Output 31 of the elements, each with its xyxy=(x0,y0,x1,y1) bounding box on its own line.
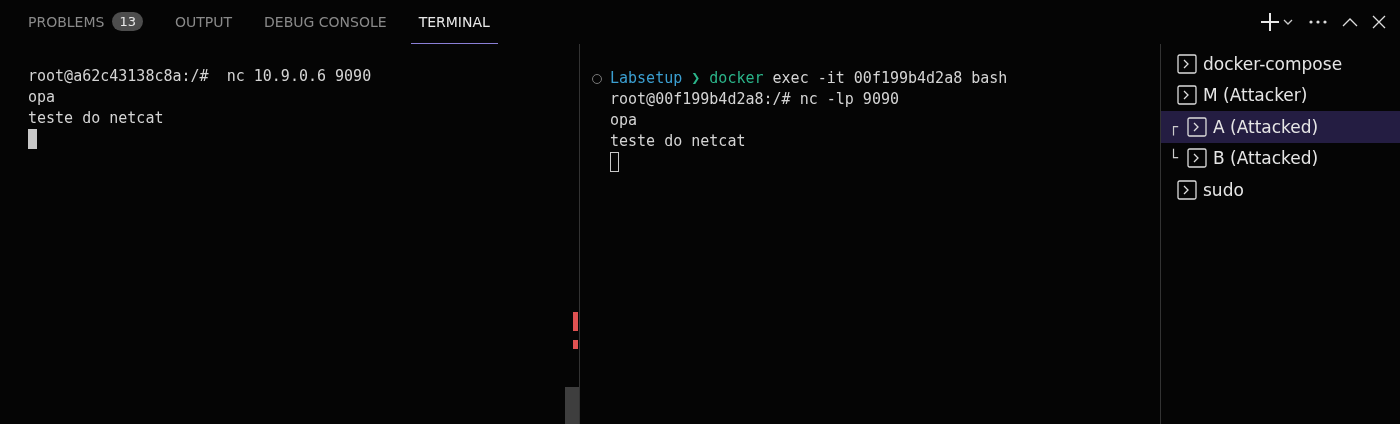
terminal-list-item[interactable]: docker-compose xyxy=(1161,48,1400,80)
tree-marker: └ xyxy=(1169,149,1180,168)
terminal-list-item[interactable]: sudo xyxy=(1161,174,1400,206)
terminal-line: root@a62c43138c8a:/# nc 10.9.0.6 9090 xyxy=(28,66,373,87)
terminal-line: root@00f199b4d2a8:/# nc -lp 9090 xyxy=(610,89,900,110)
error-marker xyxy=(573,312,578,331)
more-icon[interactable] xyxy=(1308,19,1328,25)
terminal-icon xyxy=(1187,116,1207,137)
terminal-list-item[interactable]: M (Attacker) xyxy=(1161,79,1400,111)
terminal-list-item[interactable]: ┌ A (Attacked) xyxy=(1161,111,1400,143)
terminal-list-item[interactable]: └ B (Attacked) xyxy=(1161,142,1400,174)
maximize-panel-icon[interactable] xyxy=(1342,17,1358,27)
new-terminal-button[interactable] xyxy=(1260,12,1294,32)
panel-tab[interactable]: TERMINAL xyxy=(410,0,498,44)
error-marker xyxy=(573,340,578,349)
terminal-line: opa xyxy=(610,110,639,131)
terminal-line: opa xyxy=(28,87,57,108)
count-badge: 13 xyxy=(112,12,143,31)
terminal-icon xyxy=(1177,179,1197,200)
terminal-line: teste do netcat xyxy=(28,108,165,129)
terminal-icon xyxy=(1187,148,1207,169)
panel-tab[interactable]: OUTPUT xyxy=(166,0,240,44)
panel-tab[interactable]: DEBUG CONSOLE xyxy=(256,0,395,44)
terminal-icon xyxy=(1177,85,1197,106)
tree-marker: ┌ xyxy=(1169,117,1180,136)
scrollbar-thumb[interactable] xyxy=(565,387,579,424)
terminal-line: teste do netcat xyxy=(610,131,747,152)
panel-tab[interactable]: PROBLEMS 13 xyxy=(20,0,151,44)
prompt-line: Labsetup ❯ docker exec -it 00f199b4d2a8 bash xyxy=(592,68,1160,89)
close-icon[interactable] xyxy=(1372,15,1386,29)
terminal-icon xyxy=(1177,53,1197,74)
